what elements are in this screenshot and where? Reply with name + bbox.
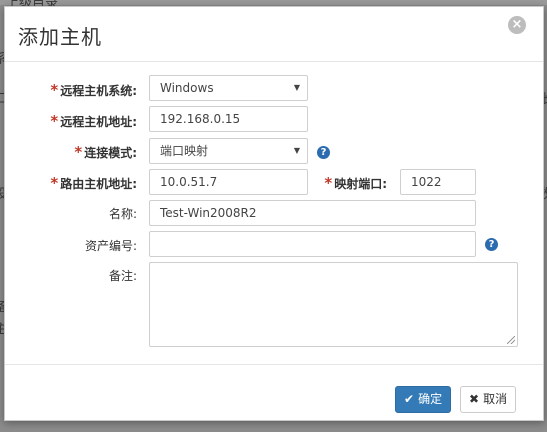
remote-addr-input[interactable]: 192.168.0.15 bbox=[149, 106, 308, 132]
router-addr-label-text: 路由主机地址: bbox=[60, 177, 137, 191]
connect-mode-label-text: 连接模式: bbox=[84, 146, 137, 160]
required-mark: * bbox=[50, 174, 59, 192]
connect-mode-value: 端口映射 bbox=[160, 144, 209, 158]
remote-os-label: * 远程主机系统: bbox=[50, 81, 137, 99]
connect-mode-select[interactable]: 端口映射 ▼ bbox=[149, 138, 308, 164]
remote-os-select[interactable]: Windows ▼ bbox=[149, 75, 308, 101]
remote-addr-label-text: 远程主机地址: bbox=[60, 115, 137, 129]
cancel-label: 取消 bbox=[483, 392, 508, 406]
remote-os-label-text: 远程主机系统: bbox=[60, 84, 137, 98]
mapped-port-value: 1022 bbox=[411, 175, 442, 189]
mapped-port-label-text: 映射端口: bbox=[334, 177, 387, 191]
required-mark: * bbox=[50, 81, 59, 99]
name-input[interactable]: Test-Win2008R2 bbox=[149, 200, 476, 226]
connect-mode-label: * 连接模式: bbox=[74, 143, 137, 161]
mapped-port-label: * 映射端口: bbox=[324, 174, 387, 192]
name-label: 名称: bbox=[108, 207, 137, 221]
background-strip bbox=[0, 0, 547, 5]
resize-handle[interactable] bbox=[507, 336, 515, 344]
required-mark: * bbox=[50, 112, 59, 130]
close-icon[interactable]: × bbox=[508, 16, 526, 34]
confirm-button[interactable]: ✔ 确定 bbox=[395, 386, 452, 413]
close-icon: ✖ bbox=[469, 392, 480, 406]
router-addr-value: 10.0.51.7 bbox=[160, 175, 218, 189]
name-value: Test-Win2008R2 bbox=[160, 206, 257, 220]
asset-no-input[interactable] bbox=[149, 231, 476, 257]
router-addr-label: * 路由主机地址: bbox=[50, 174, 137, 192]
chevron-down-icon: ▼ bbox=[293, 83, 300, 92]
help-icon[interactable]: ? bbox=[317, 146, 330, 159]
dialog-footer: ✔ 确定 ✖ 取消 bbox=[5, 364, 543, 420]
cancel-button[interactable]: ✖ 取消 bbox=[460, 386, 517, 413]
help-icon[interactable]: ? bbox=[485, 238, 498, 251]
add-host-dialog: 添加主机 × * 远程主机系统: Windows ▼ * 远程主机地址: 192.1… bbox=[4, 6, 544, 421]
asset-no-label: 资产编号: bbox=[84, 239, 137, 253]
router-addr-input[interactable]: 10.0.51.7 bbox=[149, 169, 308, 195]
dialog-header: 添加主机 × bbox=[5, 7, 543, 62]
remote-addr-value: 192.168.0.15 bbox=[160, 112, 241, 126]
remote-addr-label: * 远程主机地址: bbox=[50, 112, 137, 130]
required-mark: * bbox=[74, 143, 83, 161]
note-label: 备注: bbox=[108, 269, 137, 283]
mapped-port-input[interactable]: 1022 bbox=[400, 169, 476, 195]
check-icon: ✔ bbox=[404, 392, 415, 406]
chevron-down-icon: ▼ bbox=[293, 146, 300, 155]
required-mark: * bbox=[324, 174, 333, 192]
confirm-label: 确定 bbox=[418, 392, 443, 406]
note-textarea[interactable] bbox=[149, 262, 518, 347]
remote-os-value: Windows bbox=[160, 81, 214, 95]
dialog-title: 添加主机 bbox=[18, 25, 102, 49]
